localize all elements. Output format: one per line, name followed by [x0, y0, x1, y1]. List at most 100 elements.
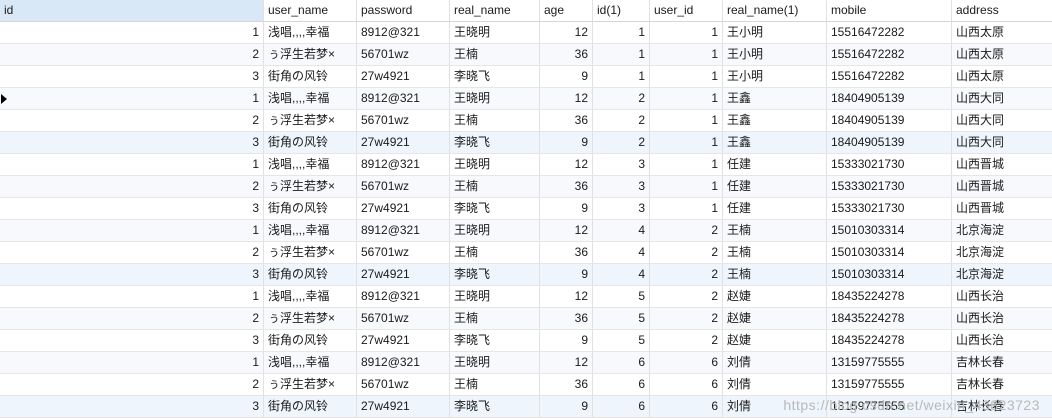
cell-password[interactable]: 8912@321 [357, 22, 450, 43]
cell-password[interactable]: 56701wz [357, 374, 450, 395]
cell-user-name[interactable]: ぅ浮生若梦× [264, 44, 357, 65]
cell-user-name[interactable]: ぅ浮生若梦× [264, 242, 357, 263]
cell-age[interactable]: 12 [540, 88, 593, 109]
cell-id[interactable]: 3 [0, 132, 264, 153]
column-header-user-id[interactable]: user_id [650, 0, 723, 21]
cell-age[interactable]: 36 [540, 374, 593, 395]
cell-mobile[interactable]: 18435224278 [827, 330, 952, 351]
cell-age[interactable]: 12 [540, 154, 593, 175]
column-header-real-name[interactable]: real_name [450, 0, 540, 21]
cell-id-1[interactable]: 6 [593, 396, 650, 417]
cell-address[interactable]: 山西太原 [952, 44, 1052, 65]
cell-mobile[interactable]: 13159775555 [827, 352, 952, 373]
cell-user-name[interactable]: 街角の风铃 [264, 66, 357, 87]
cell-user-name[interactable]: 浅唱,,,,幸福 [264, 88, 357, 109]
cell-real-name[interactable]: 李晓飞 [450, 198, 540, 219]
table-row[interactable]: 2 ぅ浮生若梦× 56701wz 王楠 36 4 2 王楠 15010303314 北京海淀 [0, 242, 1052, 264]
cell-user-id[interactable]: 1 [650, 154, 723, 175]
cell-address[interactable]: 山西晋城 [952, 154, 1052, 175]
cell-password[interactable]: 8912@321 [357, 154, 450, 175]
cell-user-id[interactable]: 2 [650, 264, 723, 285]
cell-address[interactable]: 吉林长春 [952, 352, 1052, 373]
cell-real-name-1[interactable]: 任建 [723, 176, 827, 197]
cell-mobile[interactable]: 18435224278 [827, 286, 952, 307]
cell-id[interactable]: 2 [0, 242, 264, 263]
cell-user-id[interactable]: 2 [650, 286, 723, 307]
cell-id[interactable]: 3 [0, 66, 264, 87]
cell-mobile[interactable]: 18404905139 [827, 88, 952, 109]
cell-real-name[interactable]: 王楠 [450, 176, 540, 197]
cell-user-name[interactable]: 街角の风铃 [264, 330, 357, 351]
cell-mobile[interactable]: 15516472282 [827, 44, 952, 65]
cell-user-id[interactable]: 1 [650, 198, 723, 219]
column-header-address[interactable]: address [952, 0, 1052, 21]
cell-user-id[interactable]: 6 [650, 374, 723, 395]
cell-user-name[interactable]: ぅ浮生若梦× [264, 308, 357, 329]
cell-user-id[interactable]: 6 [650, 352, 723, 373]
cell-real-name[interactable]: 李晓飞 [450, 66, 540, 87]
column-header-mobile[interactable]: mobile [827, 0, 952, 21]
cell-user-id[interactable]: 1 [650, 132, 723, 153]
cell-address[interactable]: 山西太原 [952, 22, 1052, 43]
cell-real-name[interactable]: 王晓明 [450, 154, 540, 175]
cell-id-1[interactable]: 5 [593, 286, 650, 307]
column-header-user-name[interactable]: user_name [264, 0, 357, 21]
cell-real-name-1[interactable]: 赵婕 [723, 330, 827, 351]
cell-id-1[interactable]: 5 [593, 330, 650, 351]
cell-age[interactable]: 12 [540, 220, 593, 241]
cell-user-id[interactable]: 1 [650, 66, 723, 87]
table-row[interactable]: 1 浅唱,,,,幸福 8912@321 王晓明 12 1 1 王小明 15516472282 山西… [0, 22, 1052, 44]
cell-real-name-1[interactable]: 王楠 [723, 220, 827, 241]
cell-user-id[interactable]: 1 [650, 44, 723, 65]
cell-mobile[interactable]: 15333021730 [827, 198, 952, 219]
cell-password[interactable]: 27w4921 [357, 264, 450, 285]
cell-user-id[interactable]: 1 [650, 88, 723, 109]
cell-address[interactable]: 山西长治 [952, 308, 1052, 329]
cell-age[interactable]: 12 [540, 352, 593, 373]
cell-id-1[interactable]: 3 [593, 176, 650, 197]
cell-password[interactable]: 27w4921 [357, 132, 450, 153]
cell-real-name[interactable]: 王楠 [450, 44, 540, 65]
cell-id-1[interactable]: 4 [593, 242, 650, 263]
cell-age[interactable]: 9 [540, 198, 593, 219]
cell-id-1[interactable]: 4 [593, 220, 650, 241]
column-header-id[interactable]: id [0, 0, 264, 21]
cell-password[interactable]: 27w4921 [357, 66, 450, 87]
cell-real-name[interactable]: 李晓飞 [450, 396, 540, 417]
cell-age[interactable]: 9 [540, 396, 593, 417]
cell-user-id[interactable]: 1 [650, 176, 723, 197]
table-row[interactable]: 1 浅唱,,,,幸福 8912@321 王晓明 12 3 1 任建 15333021730 山西晋… [0, 154, 1052, 176]
cell-mobile[interactable]: 15516472282 [827, 66, 952, 87]
cell-user-id[interactable]: 2 [650, 330, 723, 351]
cell-real-name-1[interactable]: 王小明 [723, 22, 827, 43]
cell-mobile[interactable]: 18404905139 [827, 132, 952, 153]
cell-real-name[interactable]: 王晓明 [450, 220, 540, 241]
table-row[interactable]: 3 街角の风铃 27w4921 李晓飞 9 2 1 王鑫 18404905139 山西大同 [0, 132, 1052, 154]
cell-real-name[interactable]: 王晓明 [450, 352, 540, 373]
cell-address[interactable]: 吉林长春 [952, 374, 1052, 395]
table-row[interactable]: 2 ぅ浮生若梦× 56701wz 王楠 36 3 1 任建 15333021730 山西晋城 [0, 176, 1052, 198]
cell-age[interactable]: 9 [540, 330, 593, 351]
cell-id[interactable]: 2 [0, 110, 264, 131]
cell-id[interactable]: 1 [0, 220, 264, 241]
cell-real-name-1[interactable]: 王鑫 [723, 132, 827, 153]
cell-user-name[interactable]: ぅ浮生若梦× [264, 176, 357, 197]
cell-mobile[interactable]: 15010303314 [827, 264, 952, 285]
cell-mobile[interactable]: 15010303314 [827, 242, 952, 263]
cell-id[interactable]: 3 [0, 330, 264, 351]
cell-password[interactable]: 56701wz [357, 110, 450, 131]
cell-id-1[interactable]: 1 [593, 66, 650, 87]
cell-real-name[interactable]: 李晓飞 [450, 132, 540, 153]
cell-mobile[interactable]: 13159775555 [827, 374, 952, 395]
cell-real-name[interactable]: 王晓明 [450, 286, 540, 307]
cell-age[interactable]: 36 [540, 308, 593, 329]
cell-mobile[interactable]: 18404905139 [827, 110, 952, 131]
cell-real-name-1[interactable]: 任建 [723, 154, 827, 175]
cell-id-1[interactable]: 2 [593, 110, 650, 131]
cell-user-name[interactable]: 浅唱,,,,幸福 [264, 22, 357, 43]
cell-age[interactable]: 36 [540, 242, 593, 263]
table-row[interactable]: 3 街角の风铃 27w4921 李晓飞 9 5 2 赵婕 18435224278 山西长治 [0, 330, 1052, 352]
cell-age[interactable]: 36 [540, 176, 593, 197]
cell-password[interactable]: 27w4921 [357, 198, 450, 219]
cell-real-name-1[interactable]: 王小明 [723, 66, 827, 87]
